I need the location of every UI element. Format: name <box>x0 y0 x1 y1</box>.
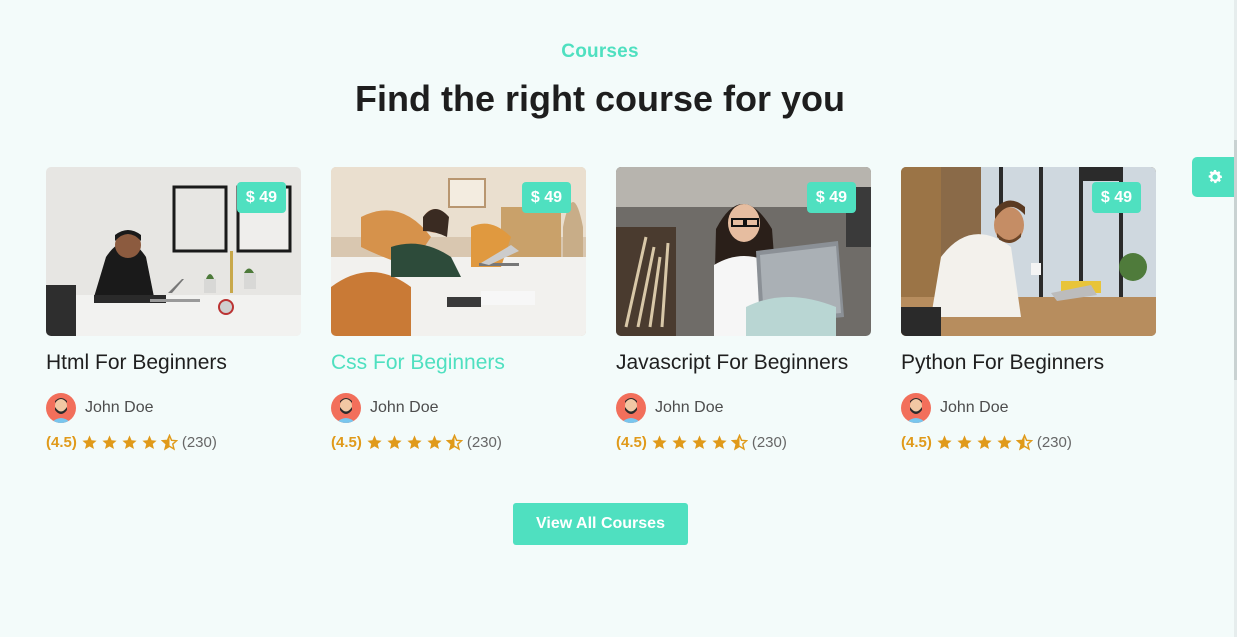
course-card[interactable]: $ 49 Css For Beginners John Doe (4.5) (2… <box>331 167 587 452</box>
star-icon <box>672 434 687 449</box>
star-icon <box>82 434 97 449</box>
course-image[interactable]: $ 49 <box>901 167 1156 336</box>
author-name: John Doe <box>85 399 154 416</box>
rating-score: (4.5) <box>616 433 647 451</box>
review-count: (230) <box>181 433 217 451</box>
review-count: (230) <box>751 433 787 451</box>
course-title[interactable]: Python For Beginners <box>901 351 1157 379</box>
view-all-courses-button[interactable]: View All Courses <box>513 503 688 545</box>
review-count: (230) <box>466 433 502 451</box>
author-name: John Doe <box>655 399 724 416</box>
course-card[interactable]: $ 49 Html For Beginners John Doe (4.5) (… <box>46 167 302 452</box>
settings-button[interactable] <box>1192 157 1237 197</box>
author-name: John Doe <box>370 399 439 416</box>
star-icon <box>122 434 137 449</box>
course-title[interactable]: Html For Beginners <box>46 351 302 379</box>
course-author: John Doe <box>331 393 587 423</box>
star-icon <box>387 434 402 449</box>
star-icon <box>957 434 972 449</box>
review-count: (230) <box>1036 433 1072 451</box>
course-rating: (4.5) (230) <box>331 432 587 452</box>
star-half-icon <box>1015 433 1033 451</box>
price-badge: $ 49 <box>236 182 286 213</box>
star-half-icon <box>160 433 178 451</box>
course-author: John Doe <box>616 393 872 423</box>
course-rating: (4.5) (230) <box>616 432 872 452</box>
star-icon <box>407 434 422 449</box>
gear-icon <box>1208 169 1222 184</box>
star-icon <box>142 434 157 449</box>
course-author: John Doe <box>901 393 1157 423</box>
rating-score: (4.5) <box>901 433 932 451</box>
price-badge: $ 49 <box>1091 182 1141 213</box>
course-title[interactable]: Css For Beginners <box>331 351 587 379</box>
author-name: John Doe <box>940 399 1009 416</box>
course-rating: (4.5) (230) <box>46 432 302 452</box>
course-title[interactable]: Javascript For Beginners <box>616 351 872 379</box>
price-badge: $ 49 <box>521 182 571 213</box>
star-icon <box>427 434 442 449</box>
course-card[interactable]: $ 49 Python For Beginners John Doe (4.5)… <box>901 167 1157 452</box>
rating-score: (4.5) <box>331 433 362 451</box>
course-image[interactable]: $ 49 <box>46 167 301 336</box>
course-image[interactable]: $ 49 <box>616 167 871 336</box>
course-rating: (4.5) (230) <box>901 432 1157 452</box>
rating-score: (4.5) <box>46 433 77 451</box>
star-icon <box>692 434 707 449</box>
author-avatar <box>331 393 361 423</box>
star-icon <box>102 434 117 449</box>
course-image[interactable]: $ 49 <box>331 167 586 336</box>
author-avatar <box>46 393 76 423</box>
course-card[interactable]: $ 49 Javascript For Beginners John Doe (… <box>616 167 872 452</box>
star-icon <box>977 434 992 449</box>
star-half-icon <box>730 433 748 451</box>
author-avatar <box>616 393 646 423</box>
section-heading: Find the right course for you <box>354 78 845 119</box>
course-author: John Doe <box>46 393 302 423</box>
star-icon <box>712 434 727 449</box>
section-eyebrow: Courses <box>561 41 639 62</box>
star-icon <box>652 434 667 449</box>
star-half-icon <box>445 433 463 451</box>
star-icon <box>367 434 382 449</box>
price-badge: $ 49 <box>806 182 856 213</box>
star-icon <box>937 434 952 449</box>
author-avatar <box>901 393 931 423</box>
star-icon <box>997 434 1012 449</box>
